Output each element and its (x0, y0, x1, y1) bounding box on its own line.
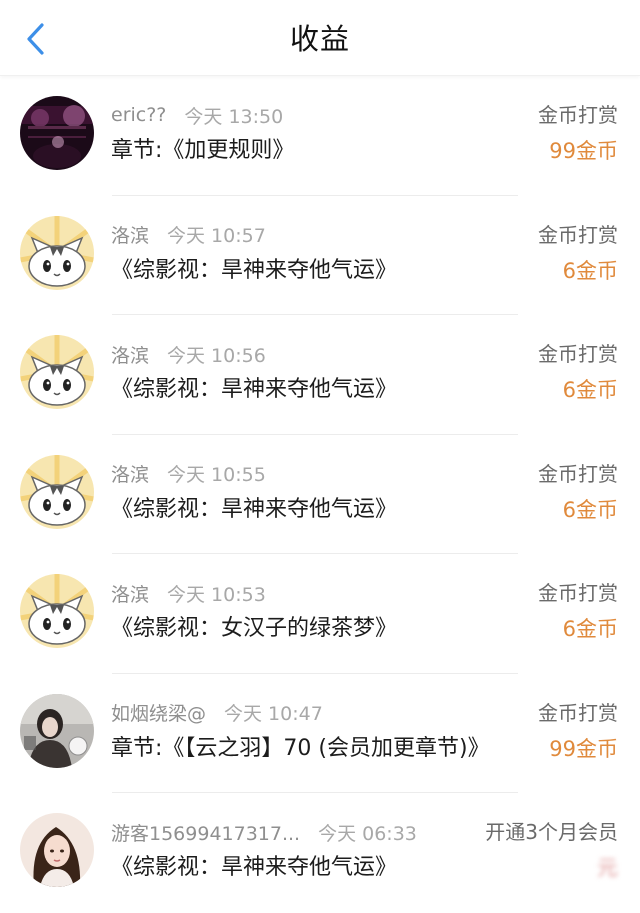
username: 洛滨 (111, 583, 150, 606)
user-photo-icon (20, 96, 94, 170)
avatar (20, 813, 94, 887)
timestamp: 今天 10:53 (167, 583, 266, 606)
timestamp: 今天 10:56 (167, 344, 266, 367)
username: eric?? (111, 104, 167, 126)
record-type: 金币打赏 (538, 581, 618, 605)
page-title: 收益 (289, 22, 350, 56)
username: 游客15699417317... (111, 822, 301, 845)
cat-avatar-icon (20, 574, 94, 648)
list-item[interactable]: eric?? 今天 13:50 章节:《加更规则》 金币打赏 99金币 (0, 76, 640, 196)
timestamp: 今天 13:50 (184, 105, 284, 128)
record-amount: 99金币 (549, 139, 618, 163)
list-item[interactable]: 游客15699417317... 今天 06:33 《综影视：旱神来夺他气运》 … (0, 793, 640, 913)
record-type: 金币打赏 (538, 103, 618, 127)
avatar (20, 215, 94, 290)
list-item[interactable]: 洛滨 今天 10:53 《综影视：女汉子的绿茶梦》 金币打赏 6金币 (0, 554, 640, 674)
username: 洛滨 (111, 344, 150, 367)
timestamp: 今天 06:33 (318, 822, 417, 845)
cat-avatar-icon (20, 454, 94, 529)
cat-avatar-icon (20, 335, 94, 409)
record-amount: 6金币 (562, 497, 618, 522)
record-description: 《综影视：旱神来夺他气运》 (111, 257, 398, 283)
timestamp: 今天 10:47 (224, 703, 323, 725)
record-description: 《综影视：旱神来夺他气运》 (111, 496, 398, 522)
list-item[interactable]: 洛滨 今天 10:55 《综影视：旱神来夺他气运》 金币打赏 6金币 (0, 435, 640, 555)
earnings-list: eric?? 今天 13:50 章节:《加更规则》 金币打赏 99金币 洛滨 今… (0, 76, 640, 913)
avatar (20, 574, 94, 648)
record-amount: 99金币 (549, 736, 618, 761)
username: 如烟绕梁@ (111, 703, 207, 725)
record-description: 《综影视：女汉子的绿茶梦》 (111, 616, 398, 641)
timestamp: 今天 10:55 (167, 464, 266, 486)
record-description: 章节:《加更规则》 (111, 138, 295, 163)
top-bar: 收益 (0, 0, 640, 76)
record-type: 开通3个月会员 (485, 820, 618, 844)
avatar (20, 96, 94, 170)
record-description: 《综影视：旱神来夺他气运》 (111, 855, 398, 880)
record-type: 金币打赏 (538, 342, 618, 366)
username: 洛滨 (111, 464, 150, 486)
record-amount: 元 (597, 856, 618, 880)
record-amount: 6金币 (562, 617, 618, 641)
avatar (20, 454, 94, 529)
user-photo-icon (20, 813, 94, 887)
username: 洛滨 (111, 225, 150, 247)
record-amount: 6金币 (562, 378, 618, 402)
avatar (20, 693, 94, 768)
user-photo-icon (20, 693, 94, 768)
record-amount: 6金币 (562, 258, 618, 283)
record-description: 《综影视：旱神来夺他气运》 (111, 377, 398, 402)
record-type: 金币打赏 (538, 461, 618, 486)
list-item[interactable]: 如烟绕梁@ 今天 10:47 章节:《【云之羽】70 (会员加更章节)》 金币打… (0, 674, 640, 794)
timestamp: 今天 10:57 (167, 225, 266, 247)
avatar (20, 335, 94, 409)
record-type: 金币打赏 (538, 700, 618, 725)
list-item[interactable]: 洛滨 今天 10:56 《综影视：旱神来夺他气运》 金币打赏 6金币 (0, 315, 640, 435)
record-description: 章节:《【云之羽】70 (会员加更章节)》 (111, 735, 490, 761)
list-item[interactable]: 洛滨 今天 10:57 《综影视：旱神来夺他气运》 金币打赏 6金币 (0, 196, 640, 316)
cat-avatar-icon (20, 215, 94, 290)
record-type: 金币打赏 (538, 222, 618, 247)
